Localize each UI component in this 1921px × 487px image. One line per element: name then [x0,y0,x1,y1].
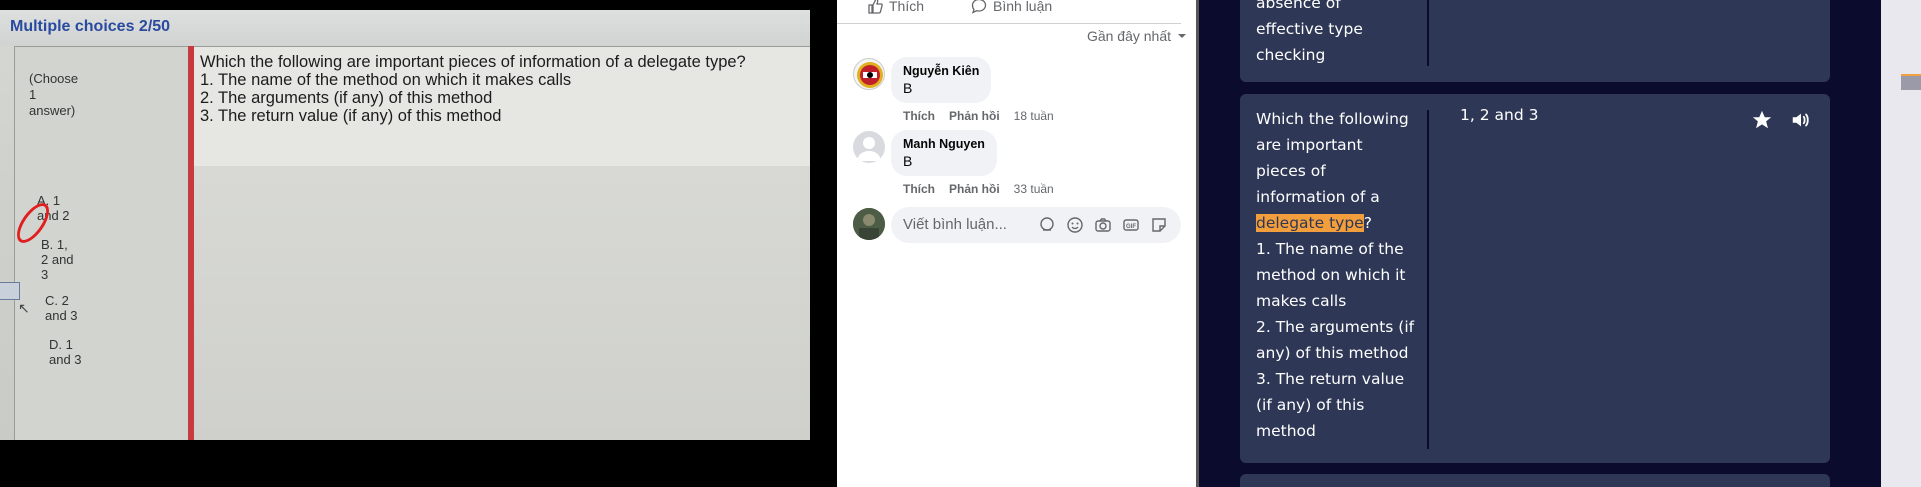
question-line: 1. The name of the method on which it ma… [200,71,572,89]
commenter-name[interactable]: Nguyễn Kiên [903,63,979,79]
comment-meta: Thích Phản hồi 18 tuần [903,109,1054,123]
audio-button[interactable] [1787,106,1815,134]
comment-bubble: Manh Nguyen B [891,130,997,176]
comment-like-link[interactable]: Thích [903,182,935,196]
option-d: D. 1 and 3 [49,337,82,367]
flashcard: Which the following are important pieces… [1240,94,1830,463]
post-actions: Thích Bình luận [837,0,1181,24]
question-area: Which the following are important pieces… [194,46,810,166]
speaker-icon [1792,113,1809,127]
comment-text: B [903,80,913,96]
comment-input[interactable]: Viết bình luận... GIF [891,207,1181,243]
comment-text: B [903,153,913,169]
choose-note: (Choose 1 answer) [29,71,79,118]
sort-dropdown[interactable]: Gần đây nhất [1087,28,1187,44]
term-line: 2. The arguments (if any) of this method [1256,318,1415,362]
comment-time[interactable]: 18 tuần [1014,109,1054,123]
test-titlebar: Multiple choices 2/50 [0,10,810,46]
comment-bubble: Nguyễn Kiên B [891,57,992,103]
panel-border [1196,0,1199,487]
comment-time[interactable]: 33 tuần [1014,182,1054,196]
term-highlight: delegate type [1256,214,1364,232]
avatar[interactable] [853,131,885,163]
club-logo-icon [857,62,883,88]
prev-term: absence of effective type checking [1256,0,1416,68]
camera-icon[interactable] [1094,216,1112,234]
card-divider [1427,0,1429,66]
caret-down-icon [1178,34,1186,38]
flashcard-panel: absence of effective type checking Which… [1196,0,1921,487]
star-button[interactable] [1748,106,1776,134]
sort-label: Gần đây nhất [1086,28,1171,44]
prev-term-line: checking [1256,46,1326,64]
like-label: Thích [889,0,925,14]
comments-panel: Thích Bình luận Gần đây nhất Nguyễn Kiên… [837,0,1199,487]
answer-area [194,166,810,440]
commenter-name[interactable]: Manh Nguyen [903,136,985,152]
comment-bubble-icon [971,0,987,14]
option-b: B. 1, 2 and 3 [41,237,74,282]
sticker-avatar-icon[interactable] [1038,216,1056,234]
comment-meta: Thích Phản hồi 33 tuần [903,182,1054,196]
comment-placeholder: Viết bình luận... [903,216,1007,233]
small-box [0,282,20,300]
default-user-icon [857,137,881,161]
thumbs-up-icon [868,0,883,14]
answer-column: (Choose 1 answer) A. 1 and 2 B. 1, 2 and… [14,46,188,440]
sticker-icon[interactable] [1150,216,1168,234]
comment-like-link[interactable]: Thích [903,109,935,123]
star-icon [1752,110,1772,129]
emoji-icon[interactable] [1066,216,1084,234]
scrollbar[interactable] [1881,0,1921,487]
prev-term-line: effective type [1256,20,1363,38]
question-line: 2. The arguments (if any) of this method [200,89,493,107]
comment-reply-link[interactable]: Phản hồi [949,182,1000,196]
term-line: 1. The name of the method on which it ma… [1256,240,1406,310]
scrollbar-thumb[interactable] [1901,74,1921,90]
svg-text:GIF: GIF [1126,224,1136,230]
comment-label: Bình luận [993,0,1053,14]
prev-term-line: absence of [1256,0,1341,12]
term-text: Which the following are important pieces… [1256,110,1409,206]
card-divider [1427,110,1429,449]
like-action[interactable]: Thích [867,0,924,14]
flashcard-prev: absence of effective type checking [1240,0,1830,82]
question-line: 3. The return value (if any) of this met… [200,107,502,125]
gif-icon[interactable]: GIF [1122,216,1140,234]
option-c: C. 2 and 3 [45,293,78,323]
card-definition: 1, 2 and 3 [1460,106,1539,124]
test-title: Multiple choices 2/50 [10,18,171,35]
term-text-end: ? [1363,214,1372,232]
term-line: 3. The return value (if any) of this met… [1256,370,1405,440]
comment-reply-link[interactable]: Phản hồi [949,109,1000,123]
test-photo: Multiple choices 2/50 (Choose 1 answer) … [0,10,810,440]
question-line: Which the following are important pieces… [200,53,746,71]
my-avatar[interactable] [853,208,885,240]
flashcard-next [1240,474,1830,487]
mouse-cursor-icon: ↖ [18,300,30,316]
avatar[interactable] [853,58,885,90]
photo-avatar-icon [853,208,885,240]
card-term: Which the following are important pieces… [1256,106,1416,444]
comment-action[interactable]: Bình luận [971,0,1052,14]
